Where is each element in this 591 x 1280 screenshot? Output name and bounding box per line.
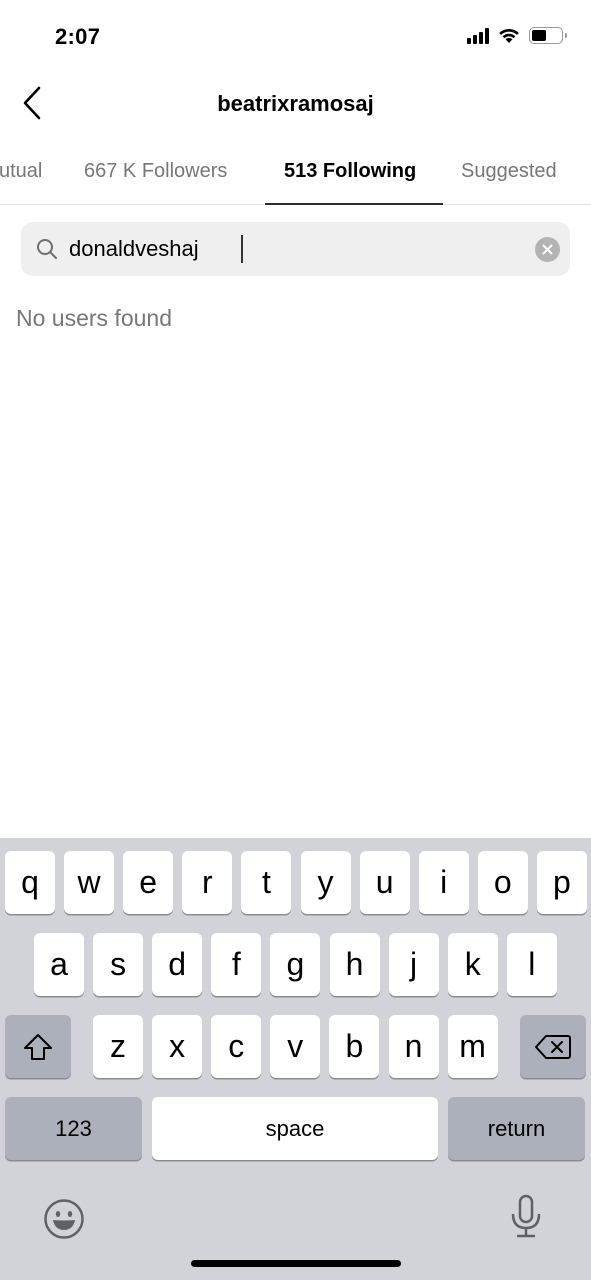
key-y[interactable]: y — [300, 851, 351, 914]
key-l[interactable]: l — [506, 933, 557, 996]
clear-search-button[interactable] — [535, 237, 560, 262]
key-k[interactable]: k — [447, 933, 498, 996]
backspace-icon — [535, 1034, 571, 1059]
key-j[interactable]: j — [388, 933, 439, 996]
key-t[interactable]: t — [241, 851, 292, 914]
emoji-icon[interactable] — [43, 1198, 85, 1240]
status-time: 2:07 — [55, 24, 101, 49]
return-key[interactable]: return — [448, 1097, 585, 1160]
search-input[interactable] — [69, 222, 520, 276]
key-v[interactable]: v — [270, 1015, 321, 1078]
key-w[interactable]: w — [64, 851, 115, 914]
backspace-key[interactable] — [520, 1015, 586, 1078]
key-p[interactable]: p — [536, 851, 587, 914]
wifi-icon — [499, 28, 519, 43]
search-bar[interactable] — [21, 222, 570, 276]
search-icon — [37, 239, 57, 259]
key-u[interactable]: u — [359, 851, 410, 914]
home-indicator — [191, 1260, 401, 1267]
key-b[interactable]: b — [329, 1015, 380, 1078]
shift-icon — [24, 1033, 52, 1060]
key-a[interactable]: a — [34, 933, 84, 996]
header: beatrixramosaj — [0, 75, 591, 135]
key-o[interactable]: o — [477, 851, 528, 914]
key-g[interactable]: g — [270, 933, 321, 996]
cellular-signal-icon — [467, 27, 489, 44]
key-c[interactable]: c — [211, 1015, 262, 1078]
key-d[interactable]: d — [152, 933, 203, 996]
no-results-message: No users found — [16, 305, 172, 331]
key-h[interactable]: h — [329, 933, 380, 996]
key-f[interactable]: f — [211, 933, 262, 996]
tab-mutual[interactable]: utual — [0, 160, 42, 183]
status-icons — [467, 27, 567, 44]
tab-following[interactable]: 513 Following — [284, 160, 416, 183]
key-i[interactable]: i — [418, 851, 469, 914]
numbers-key[interactable]: 123 — [5, 1097, 142, 1160]
text-cursor — [241, 235, 243, 263]
key-s[interactable]: s — [93, 933, 144, 996]
key-n[interactable]: n — [388, 1015, 439, 1078]
key-r[interactable]: r — [182, 851, 233, 914]
key-x[interactable]: x — [152, 1015, 203, 1078]
key-m[interactable]: m — [447, 1015, 498, 1078]
status-bar: 2:07 — [0, 0, 591, 75]
battery-icon — [529, 27, 567, 44]
space-key[interactable]: space — [152, 1097, 438, 1160]
clear-icon — [542, 244, 553, 255]
battery-level — [532, 30, 546, 41]
key-z[interactable]: z — [93, 1015, 143, 1078]
key-q[interactable]: q — [5, 851, 55, 914]
tab-followers[interactable]: 667 K Followers — [84, 160, 227, 183]
active-tab-indicator — [265, 203, 443, 205]
key-e[interactable]: e — [123, 851, 174, 914]
page-title: beatrixramosaj — [217, 91, 374, 116]
tab-bar: utual 667 K Followers 513 Following Sugg… — [0, 140, 591, 205]
shift-key[interactable] — [5, 1015, 71, 1078]
tab-suggested[interactable]: Suggested — [461, 160, 557, 183]
microphone-icon[interactable] — [508, 1194, 544, 1240]
keyboard: qwertyuiop asdfghjkl zxcvbnm 123 space r… — [0, 838, 591, 1280]
